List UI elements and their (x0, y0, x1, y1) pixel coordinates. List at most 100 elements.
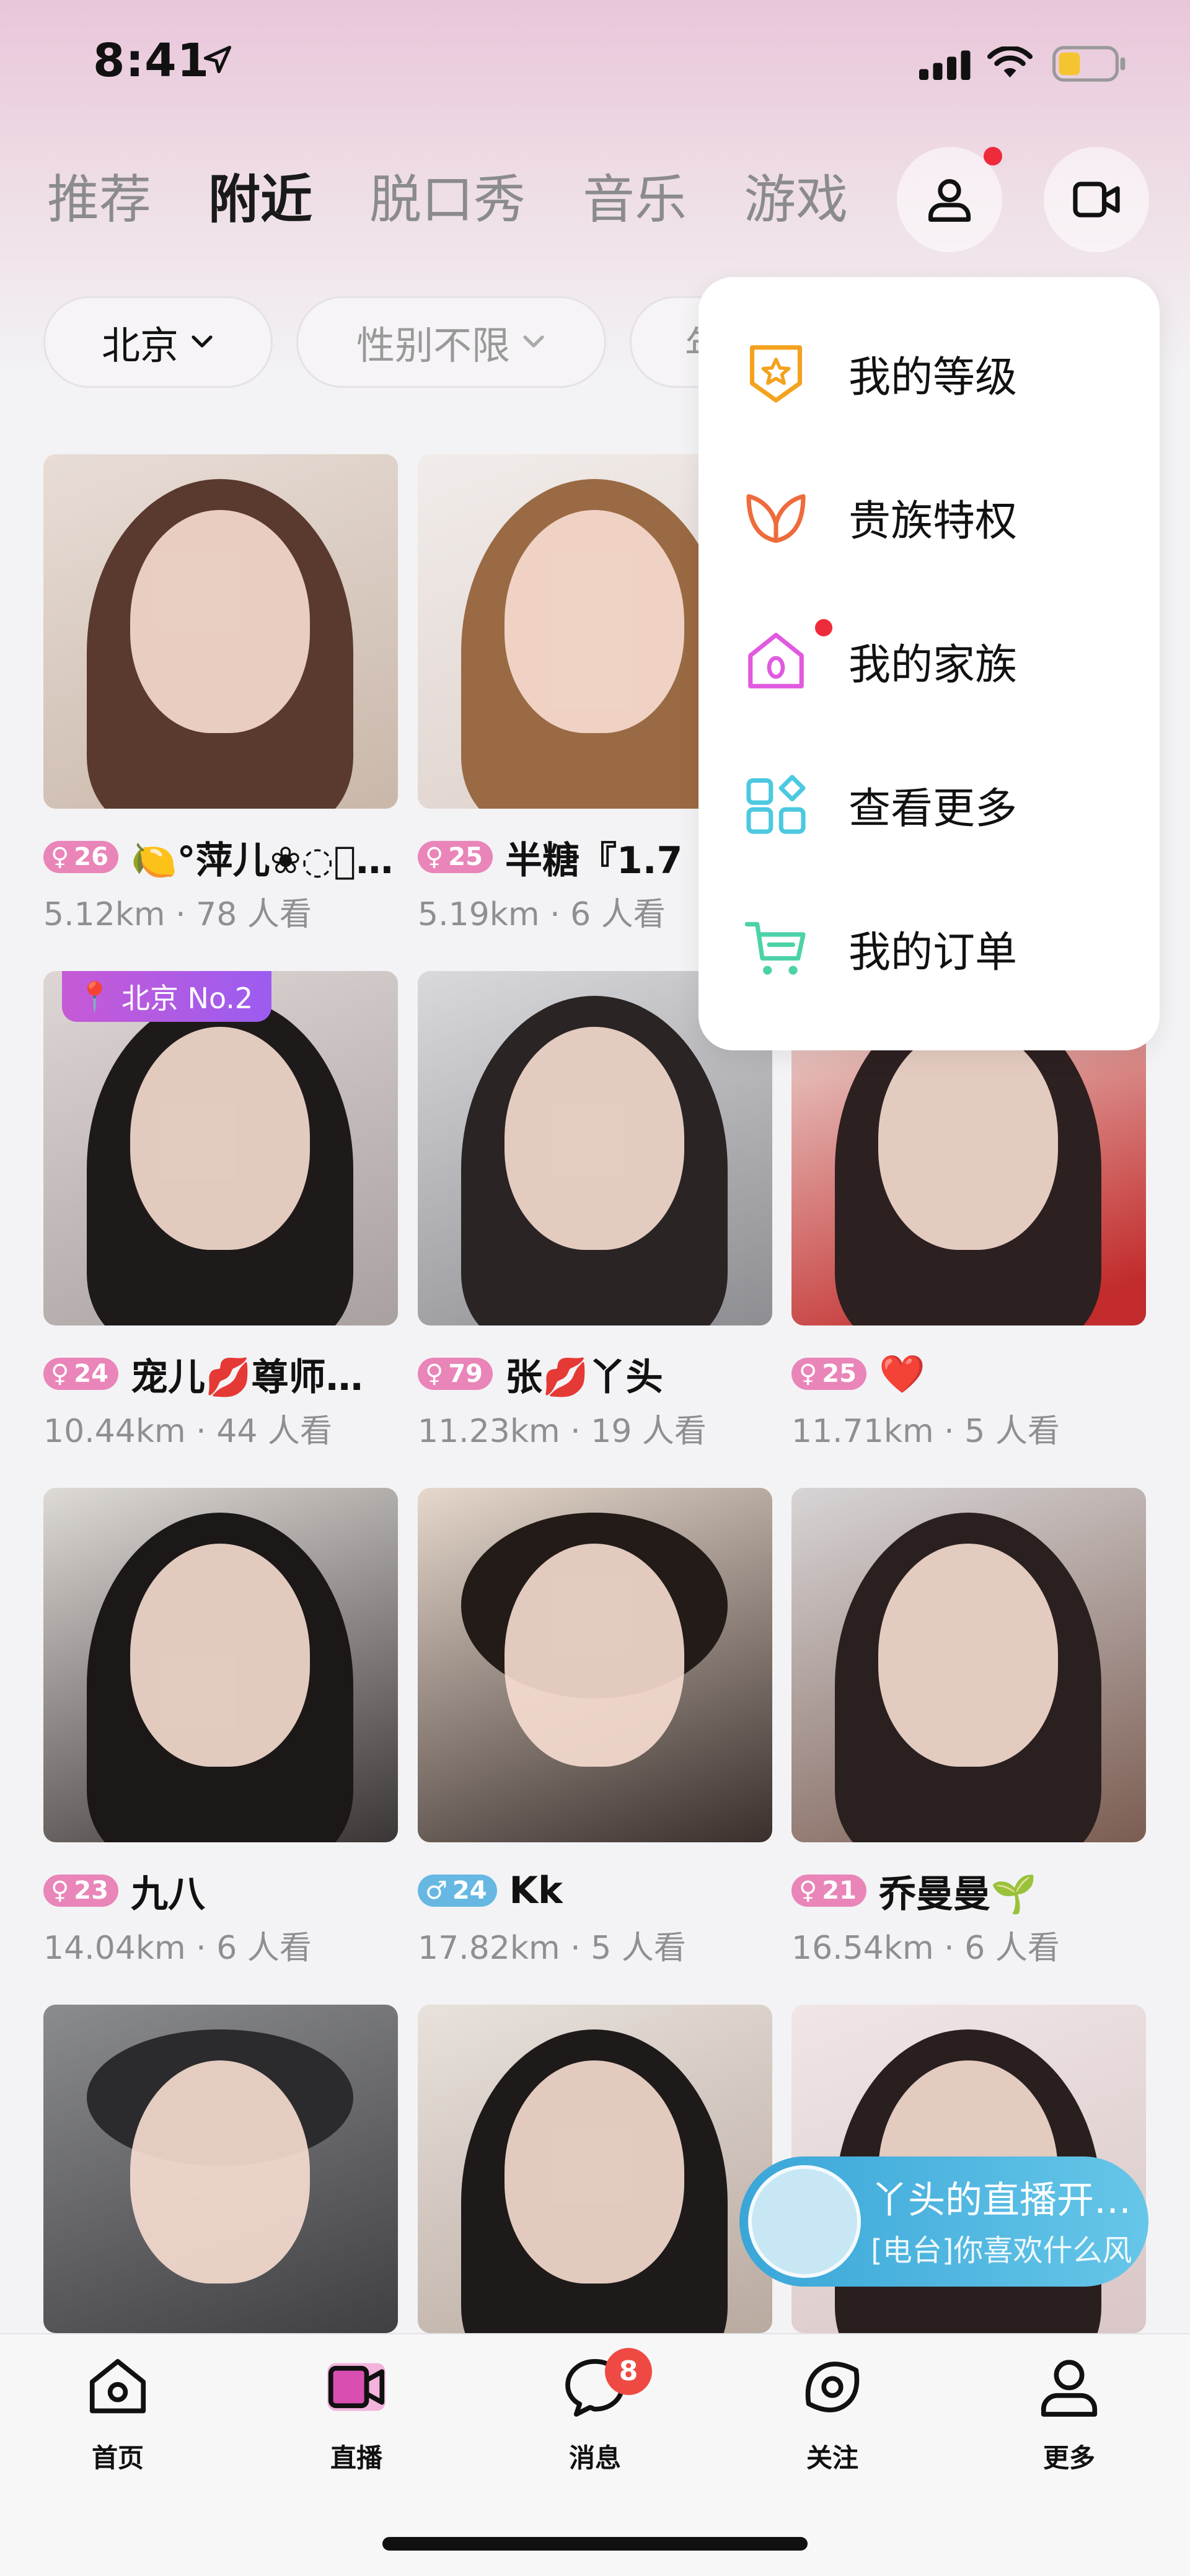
user-icon (928, 179, 971, 222)
live-thumbnail (791, 1488, 1146, 1842)
live-card[interactable] (43, 2005, 398, 2333)
start-live-button[interactable] (1044, 147, 1149, 252)
city-filter[interactable]: 北京 (43, 296, 273, 388)
live-card[interactable]: ♀ 26 🍋°萍儿❀◌⃔(… 5.12km · 78 人看 (43, 454, 398, 933)
cell-signal-icon (919, 50, 971, 80)
live-thumbnail (43, 454, 398, 809)
menu-item-my-orders[interactable]: 我的订单 (742, 889, 1126, 1007)
card-meta: 5.12km · 78 人看 (43, 896, 312, 933)
profile-menu-button[interactable] (897, 147, 1002, 252)
streamer-name: 张💋丫头 (505, 1355, 663, 1399)
eye-icon (805, 2362, 860, 2412)
noble-wings-icon (746, 494, 806, 543)
distance: 16.54km (791, 1930, 934, 1967)
battery-low-icon (1052, 46, 1126, 82)
female-icon: ♀ (425, 843, 444, 871)
menu-label: 我的订单 (848, 928, 1018, 977)
live-thumbnail (43, 2005, 398, 2333)
female-icon: ♀ (51, 1360, 69, 1388)
level-star-icon (749, 345, 803, 403)
menu-item-my-family[interactable]: 我的家族 (742, 602, 1126, 719)
live-card[interactable]: ♀ 23 九八 14.04km · 6 人看 (43, 1488, 398, 1967)
menu-label: 我的家族 (848, 640, 1018, 690)
nav-label: 直播 (330, 2443, 382, 2473)
gender-filter-label: 性别不限 (356, 323, 510, 368)
more-apps-icon (746, 775, 806, 834)
city-filter-label: 北京 (101, 323, 178, 368)
tab-music[interactable]: 音乐 (583, 162, 687, 237)
wifi-icon (987, 46, 1033, 77)
level-badge: ♀ 79 (418, 1358, 493, 1390)
family-house-icon (748, 633, 804, 688)
video-camera-icon (1073, 182, 1120, 218)
streamer-name: 乔曼曼🌱 (878, 1872, 1037, 1916)
live-card[interactable]: ♂ 24 Kk 17.82km · 5 人看 (418, 1488, 772, 1967)
profile-dropdown-menu: 我的等级 贵族特权 我的家族 查看更多 我的订单 (699, 277, 1160, 1050)
menu-label: 贵族特权 (848, 496, 1018, 546)
nav-home[interactable]: 首页 (50, 2353, 186, 2502)
nav-label: 更多 (1042, 2443, 1095, 2473)
live-camera-icon (327, 2363, 386, 2411)
rank-tag: 📍 北京 No.2 (62, 971, 272, 1022)
menu-item-my-level[interactable]: 我的等级 (742, 314, 1126, 432)
live-thumbnail (418, 1488, 772, 1842)
live-thumbnail: 📍 北京 No.2 (43, 971, 398, 1325)
nav-live[interactable]: 直播 (288, 2353, 425, 2502)
streamer-name: 九八 (130, 1872, 205, 1916)
notification-dot (984, 147, 1002, 165)
gender-filter[interactable]: 性别不限 (296, 296, 606, 388)
distance: 11.71km (791, 1413, 934, 1450)
live-card[interactable]: 📍 北京 No.2 ♀ 24 宠儿💋尊师… 10.44km · 44 人看 (43, 971, 398, 1450)
level-badge: ♀ 21 (791, 1875, 866, 1907)
tab-games[interactable]: 游戏 (744, 162, 848, 237)
streamer-name: 🍋°萍儿❀◌⃔(… (130, 838, 398, 882)
streamer-name: 半糖『1.7 (505, 838, 683, 882)
menu-item-noble-privilege[interactable]: 贵族特权 (742, 458, 1126, 576)
distance: 11.23km (418, 1413, 560, 1450)
location-arrow-icon (203, 45, 232, 74)
level-badge: ♀ 26 (43, 841, 118, 873)
nav-more[interactable]: 更多 (1001, 2353, 1137, 2502)
live-card[interactable] (418, 2005, 772, 2333)
home-indicator[interactable] (382, 2537, 808, 2551)
viewer-count: 78 人看 (196, 896, 312, 933)
female-icon: ♀ (425, 1360, 444, 1388)
viewer-count: 19 人看 (591, 1413, 707, 1450)
card-meta: 17.82km · 5 人看 (418, 1930, 686, 1967)
floating-live-preview[interactable]: 丫头的直播开… [电台]你喜欢什么风 (739, 2156, 1148, 2287)
message-count-badge: 8 (605, 2348, 652, 2395)
viewer-count: 6 人看 (570, 896, 666, 933)
level-badge: ♀ 25 (791, 1358, 866, 1390)
tab-nearby[interactable]: 附近 (208, 162, 312, 237)
viewer-count: 5 人看 (964, 1413, 1060, 1450)
distance: 14.04km (43, 1930, 186, 1967)
streamer-name: 宠儿💋尊师… (130, 1355, 363, 1399)
live-thumbnail (418, 2005, 772, 2333)
card-meta: 14.04km · 6 人看 (43, 1930, 312, 1967)
live-thumbnail (43, 1488, 398, 1842)
menu-label: 我的等级 (848, 353, 1018, 402)
streamer-name: ❤️ (878, 1352, 925, 1396)
female-icon: ♀ (51, 843, 69, 871)
nav-label: 消息 (568, 2443, 621, 2473)
nav-follow[interactable]: 关注 (764, 2353, 901, 2502)
nav-messages[interactable]: 8 消息 (527, 2348, 663, 2502)
nav-label: 关注 (806, 2443, 858, 2473)
menu-item-see-more[interactable]: 查看更多 (742, 745, 1126, 863)
live-card[interactable]: ♀ 21 乔曼曼🌱 16.54km · 6 人看 (791, 1488, 1146, 1967)
card-meta: 11.71km · 5 人看 (791, 1413, 1060, 1450)
category-tabs: 推荐 附近 脱口秀 音乐 游戏 (47, 162, 890, 237)
cart-icon (744, 921, 806, 975)
distance: 5.12km (43, 896, 165, 933)
card-meta: 16.54km · 6 人看 (791, 1930, 1060, 1967)
tab-recommend[interactable]: 推荐 (47, 162, 151, 237)
tab-talk-show[interactable]: 脱口秀 (369, 162, 526, 237)
distance: 17.82km (418, 1930, 560, 1967)
notification-dot (815, 619, 832, 636)
pin-icon: 📍 (77, 979, 113, 1013)
viewer-count: 6 人看 (964, 1930, 1060, 1967)
distance: 5.19km (418, 896, 540, 933)
female-icon: ♀ (799, 1360, 818, 1388)
live-preview-subtitle: [电台]你喜欢什么风 (871, 2233, 1132, 2268)
card-meta: 11.23km · 19 人看 (418, 1413, 707, 1450)
